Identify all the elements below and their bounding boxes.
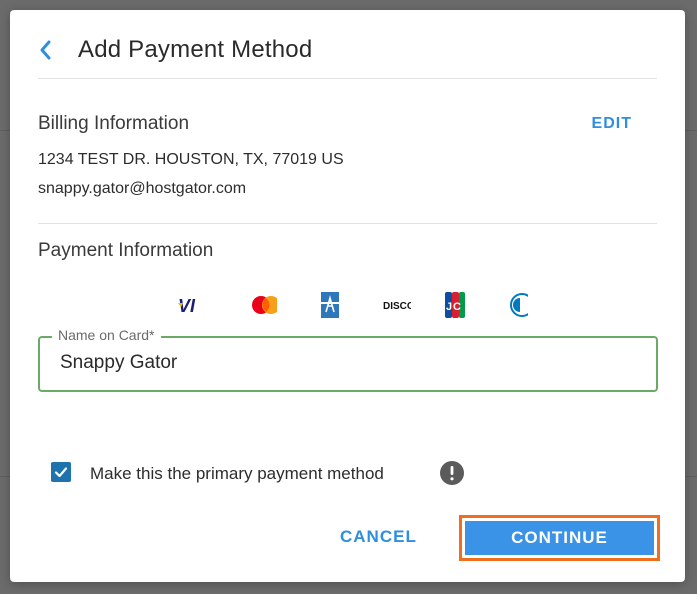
amex-icon bbox=[319, 290, 341, 320]
cancel-button[interactable]: CANCEL bbox=[340, 527, 417, 547]
edit-billing-button[interactable]: EDIT bbox=[592, 115, 632, 133]
section-divider bbox=[38, 223, 657, 224]
svg-text:C: C bbox=[453, 301, 461, 313]
discover-icon: DISCO bbox=[383, 290, 411, 320]
name-on-card-input[interactable] bbox=[58, 351, 642, 375]
continue-button[interactable]: CONTINUE bbox=[465, 521, 654, 555]
svg-text:J: J bbox=[446, 301, 452, 313]
name-on-card-field[interactable]: Name on Card* bbox=[38, 327, 658, 392]
visa-icon: VI bbox=[176, 290, 204, 320]
mastercard-icon bbox=[249, 290, 277, 320]
svg-text:DISCO: DISCO bbox=[383, 301, 411, 312]
chevron-left-icon bbox=[40, 40, 51, 60]
info-icon[interactable] bbox=[440, 461, 464, 485]
checkmark-icon bbox=[54, 467, 68, 478]
diners-icon bbox=[508, 290, 528, 320]
dialog-title: Add Payment Method bbox=[78, 36, 313, 63]
billing-email: snappy.gator@hostgator.com bbox=[38, 180, 247, 197]
continue-highlight: CONTINUE bbox=[459, 515, 660, 561]
payment-section-title: Payment Information bbox=[38, 240, 214, 261]
primary-method-label[interactable]: Make this the primary payment method bbox=[90, 464, 384, 484]
name-on-card-label: Name on Card* bbox=[52, 327, 161, 343]
primary-method-checkbox[interactable] bbox=[51, 462, 71, 482]
back-button[interactable] bbox=[38, 35, 60, 65]
header-divider bbox=[38, 78, 657, 79]
billing-section-title: Billing Information bbox=[38, 113, 190, 134]
billing-address: 1234 TEST DR. HOUSTON, TX, 77019 US bbox=[38, 151, 344, 168]
dialog-header: Add Payment Method bbox=[38, 32, 312, 68]
add-payment-dialog: Add Payment Method Billing Information E… bbox=[10, 10, 685, 582]
jcb-icon: J C bbox=[444, 290, 466, 320]
